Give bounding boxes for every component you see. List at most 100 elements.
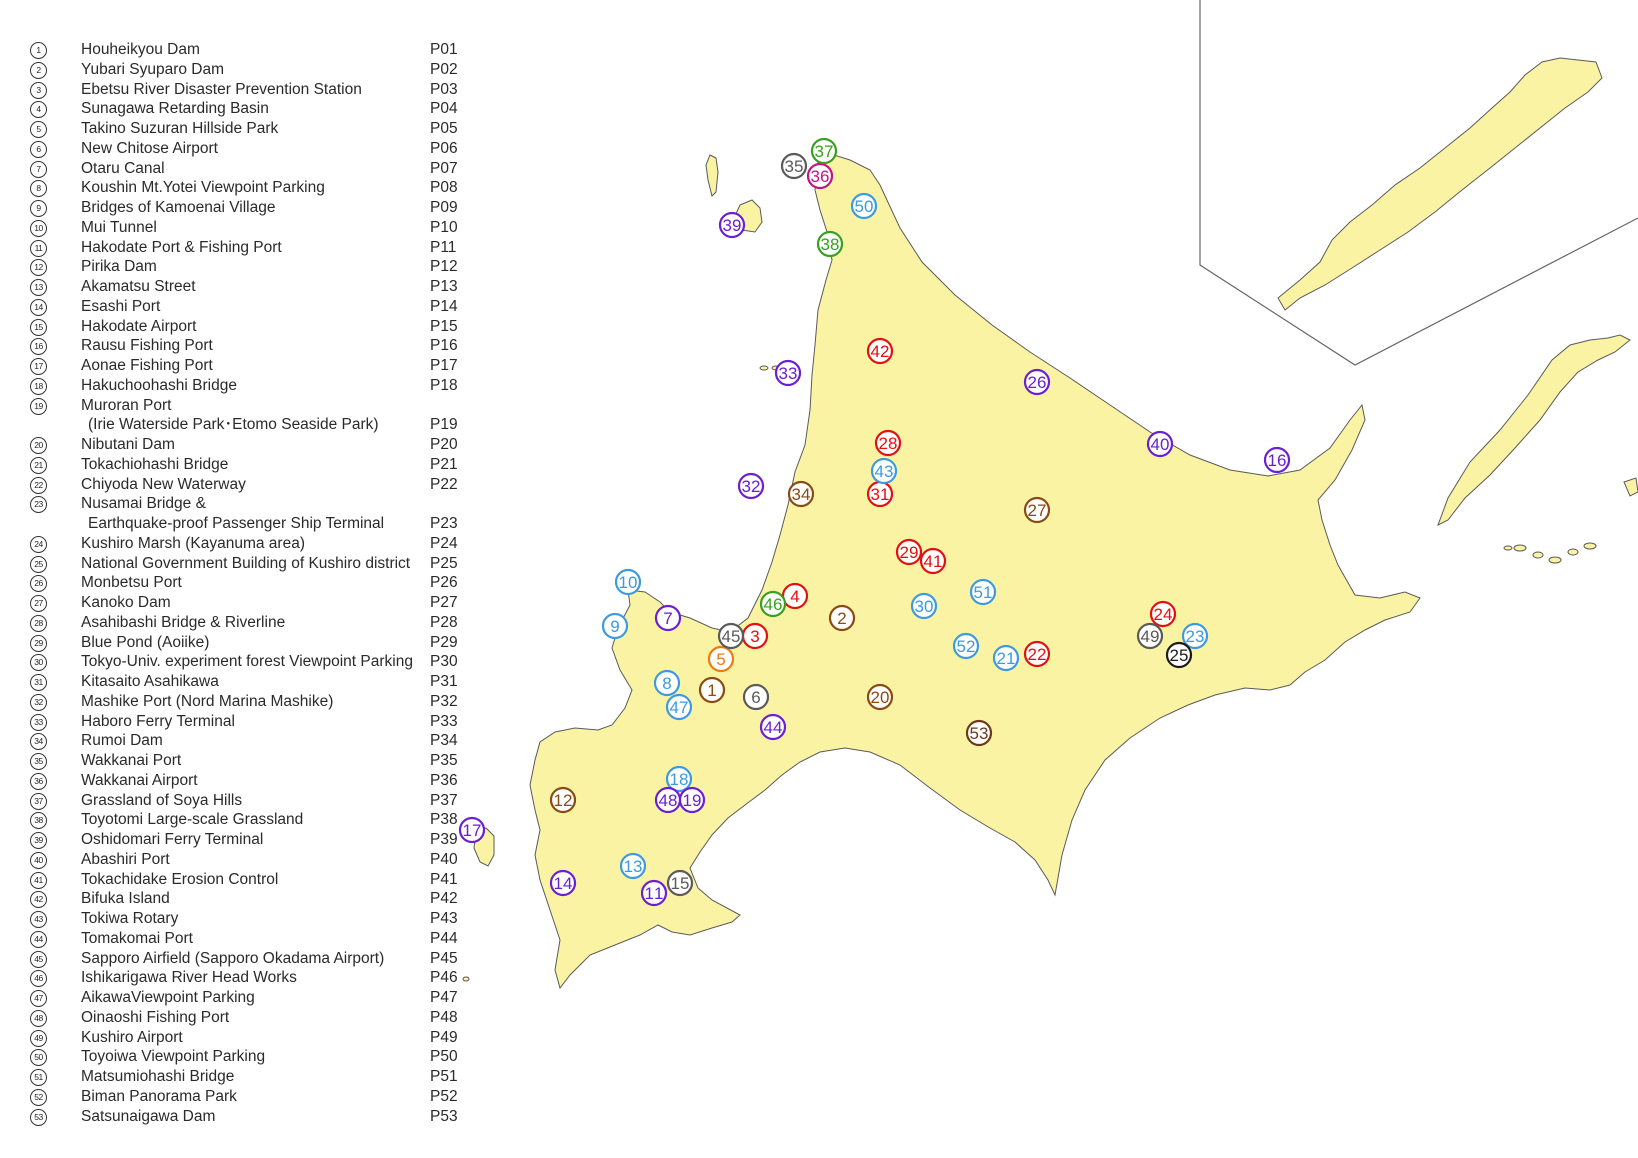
legend-site-name: Esashi Port	[81, 297, 161, 315]
map-marker-label: 12	[554, 791, 573, 810]
map-marker: 28	[874, 429, 902, 457]
legend-page-code: P21	[430, 455, 458, 473]
legend-number: 44	[30, 930, 47, 948]
legend-number: 42	[30, 891, 47, 909]
map-marker: 45	[717, 622, 745, 650]
legend-site-name: National Government Building of Kushiro …	[81, 554, 411, 572]
map-marker: 39	[718, 211, 746, 239]
legend-site-name: Matsumiohashi Bridge	[81, 1068, 235, 1085]
legend-page-code: P10	[430, 218, 458, 236]
map-marker-label: 11	[645, 884, 664, 903]
legend-row: 33 Haboro Ferry Terminal P33	[28, 712, 468, 732]
legend-number: 38	[30, 812, 47, 830]
legend-site-name: Wakkanai Port	[81, 752, 182, 769]
map-marker: 34	[787, 480, 815, 508]
map-marker-label: 21	[997, 649, 1016, 668]
legend-number: 19	[30, 397, 47, 415]
legend-page-code: P48	[430, 1008, 458, 1026]
map-marker: 2	[828, 604, 856, 632]
map-marker-label: 2	[837, 609, 846, 628]
map-marker-label: 48	[659, 791, 678, 810]
legend-row: 15 Hakodate Airport P15	[28, 317, 468, 337]
legend-site-name: (Irie Waterside Park･Etomo Seaside Park)	[88, 416, 379, 434]
legend-site-name: Pirika Dam	[81, 258, 157, 276]
legend-row: 52 Biman Panorama Park P52	[28, 1087, 468, 1107]
map-marker: 30	[910, 592, 938, 620]
legend-site-name: Muroran Port	[81, 396, 172, 414]
legend-number: 29	[30, 634, 47, 652]
map-marker-label: 40	[1151, 435, 1170, 454]
legend-number: 15	[30, 318, 47, 336]
legend-row: 44 Tomakomai Port P44	[28, 929, 468, 949]
legend-page-code: P12	[430, 258, 458, 276]
map-marker-label: 9	[610, 617, 619, 636]
legend-number: 21	[30, 456, 47, 474]
legend-number: 16	[30, 338, 47, 356]
map-marker-label: 53	[970, 724, 989, 743]
map-marker: 50	[850, 192, 878, 220]
legend-number: 12	[30, 259, 47, 277]
legend-page-code: P34	[430, 732, 458, 750]
legend-site-name: Tokachiohashi Bridge	[81, 455, 229, 473]
legend-page-code: P52	[430, 1087, 458, 1105]
map-marker-label: 41	[924, 552, 943, 571]
map-marker: 6	[742, 683, 770, 711]
legend-site-name: Abashiri Port	[81, 850, 170, 868]
legend-number: 27	[30, 595, 47, 612]
map-marker-label: 6	[751, 688, 760, 707]
legend-row: 26 Monbetsu Port P26	[28, 573, 468, 593]
legend-number: 50	[30, 1049, 47, 1067]
legend-row: 24 Kushiro Marsh (Kayanuma area) P24	[28, 534, 468, 554]
map-marker: 1	[698, 676, 726, 704]
map-marker-label: 3	[750, 627, 759, 646]
legend-page-code: P22	[430, 475, 458, 493]
legend-number: 11	[30, 239, 47, 257]
shikotan-island	[1623, 477, 1638, 497]
map-marker: 20	[866, 683, 894, 711]
map-marker: 8	[653, 669, 681, 697]
legend-number: 5	[30, 121, 47, 138]
legend-site-name: Earthquake-proof Passenger Ship Terminal	[88, 515, 385, 532]
legend-row: 1 Houheikyou Dam P01	[28, 40, 468, 60]
legend-row: 37 Grassland of Soya Hills P37	[28, 791, 468, 811]
map-marker-label: 8	[662, 674, 671, 693]
map-marker-label: 30	[915, 597, 934, 616]
legend-site-name: Aonae Fishing Port	[81, 357, 213, 374]
map-marker-label: 22	[1028, 645, 1047, 664]
legend-site-name: Biman Panorama Park	[81, 1087, 237, 1105]
legend-site-name: Toyotomi Large-scale Grassland	[81, 811, 304, 829]
legend-number: 48	[30, 1009, 47, 1027]
map-marker-label: 26	[1028, 373, 1047, 392]
legend-site-name: Grassland of Soya Hills	[81, 791, 243, 809]
legend-number: 25	[30, 555, 47, 573]
map-marker: 51	[969, 578, 997, 606]
legend-page-code: P28	[430, 613, 458, 631]
legend-site-name: Sapporo Airfield (Sapporo Okadama Airpor…	[81, 949, 385, 967]
map-marker-label: 25	[1170, 646, 1189, 665]
legend-number: 17	[30, 358, 47, 375]
map-marker: 42	[866, 337, 894, 365]
legend-number: 51	[30, 1069, 47, 1086]
legend-row: 46 Ishikarigawa River Head Works P46	[28, 968, 468, 988]
legend-row: 16 Rausu Fishing Port P16	[28, 336, 468, 356]
legend-number: 31	[30, 674, 47, 691]
map-marker: 43	[870, 457, 898, 485]
landmass	[473, 57, 1638, 990]
legend-page-code: P19	[430, 416, 458, 434]
legend-row: 45 Sapporo Airfield (Sapporo Okadama Airp…	[28, 949, 468, 969]
map-marker-label: 51	[974, 583, 993, 602]
map-marker: 49	[1136, 622, 1164, 650]
kunashiri-island	[1437, 334, 1631, 527]
legend-number: 22	[30, 476, 47, 494]
legend-page-code: P37	[430, 791, 458, 809]
legend-row: 32 Mashike Port (Nord Marina Mashike) P32	[28, 692, 468, 712]
legend-page-code: P25	[430, 554, 458, 572]
legend-number: 18	[30, 377, 47, 395]
map-marker: 48	[654, 786, 682, 814]
legend-page-code: P41	[430, 870, 458, 888]
map-marker: 29	[895, 538, 923, 566]
map-marker-label: 27	[1028, 501, 1047, 520]
map-marker: 7	[654, 604, 682, 632]
legend-number: 41	[30, 871, 47, 889]
legend-row: 25 National Government Building of Kushir…	[28, 554, 468, 574]
